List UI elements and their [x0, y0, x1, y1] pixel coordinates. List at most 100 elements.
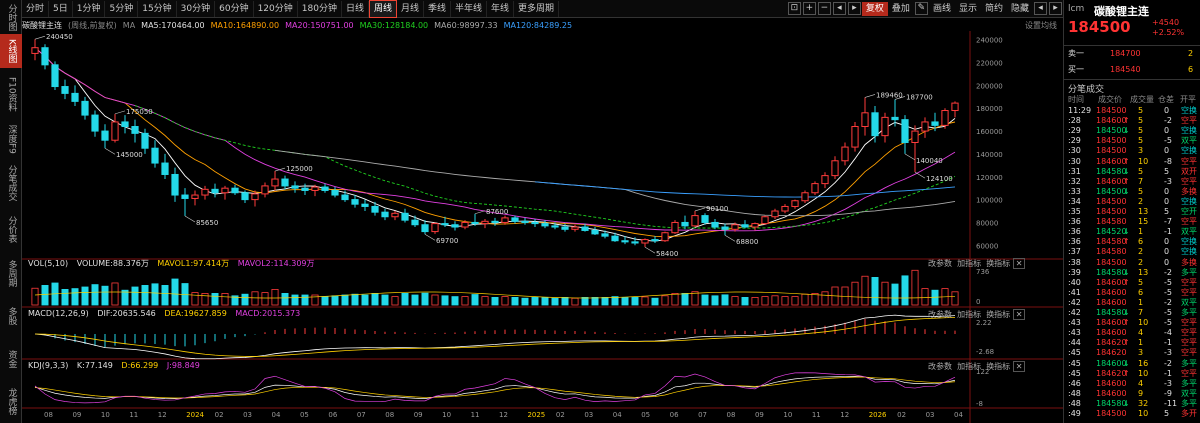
change-params-button[interactable]: 改参数: [928, 259, 952, 268]
candle-body: [521, 220, 529, 223]
switch-indicator-button[interactable]: 换指标: [986, 362, 1010, 371]
period-button-5[interactable]: 30分钟: [177, 0, 216, 17]
zoom-out-icon[interactable]: −: [817, 2, 831, 15]
trade-cell-t: :29: [1068, 126, 1081, 136]
left-tab-3[interactable]: 深度F9: [0, 120, 22, 158]
x-tick-label: 04: [954, 411, 963, 419]
close-icon[interactable]: ✕: [1012, 309, 1026, 320]
period-button-0[interactable]: 分时: [22, 0, 50, 17]
screenshot-icon[interactable]: ⊡: [787, 2, 801, 15]
left-tab-strip: 分时图 K线图 F10资料 深度F9 分笔成交 分价表 多周期 多股 资金 龙虎榜: [0, 0, 22, 423]
fuquan-button[interactable]: 复权: [861, 1, 888, 16]
candle-body: [421, 224, 429, 233]
close-icon[interactable]: ✕: [1012, 361, 1026, 372]
period-button-7[interactable]: 120分钟: [254, 0, 298, 17]
overlay-button[interactable]: 叠加: [888, 2, 914, 16]
candle-body: [901, 119, 909, 144]
trade-row: :43 184600 ↑ 10 -5 空平: [1064, 318, 1200, 328]
candle-body: [821, 175, 829, 185]
volume-bar: [661, 295, 669, 306]
volume-bar: [331, 295, 339, 306]
trade-row: :32 184600 ↑ 7 -3 空平: [1064, 177, 1200, 187]
trade-cell-d: -2: [1164, 267, 1172, 277]
volume-bar: [621, 296, 629, 306]
period-button-4[interactable]: 15分钟: [138, 0, 177, 17]
add-indicator-button[interactable]: 加指标: [957, 259, 981, 268]
trade-cell-t: :29: [1068, 136, 1081, 146]
change-params-button[interactable]: 改参数: [928, 310, 952, 319]
period-button-12[interactable]: 季线: [424, 0, 452, 17]
drawing-icon[interactable]: ✎: [914, 2, 928, 15]
volume-bar: [561, 296, 569, 306]
display-button[interactable]: 显示: [955, 2, 981, 16]
ma60-value: MA60:98997.33: [434, 20, 498, 30]
left-tab-1[interactable]: K线图: [0, 34, 22, 68]
volume-bar: [461, 296, 469, 306]
simple-button[interactable]: 简约: [981, 2, 1007, 16]
trade-cell-d: -5: [1164, 308, 1172, 317]
period-button-3[interactable]: 5分钟: [105, 0, 139, 17]
hide-button[interactable]: 隐藏: [1007, 2, 1033, 16]
period-button-8[interactable]: 180分钟: [298, 0, 342, 17]
left-tab-0[interactable]: 分时图: [0, 0, 22, 34]
period-button-15[interactable]: 更多周期: [514, 0, 560, 17]
close-icon[interactable]: ✕: [1012, 258, 1026, 269]
y-tick-label: 140000: [976, 151, 1003, 159]
switch-indicator-button[interactable]: 换指标: [986, 310, 1010, 319]
trade-row: :34 184500 2 0 空换: [1064, 197, 1200, 207]
period-button-11[interactable]: 月线: [397, 0, 424, 17]
contract-code: lcm: [1068, 4, 1085, 14]
trade-cell-t: :30: [1068, 146, 1081, 156]
price-annotation: 68800: [736, 238, 758, 246]
trade-cell-v: 5: [1138, 166, 1144, 176]
period-button-1[interactable]: 5日: [49, 0, 73, 17]
prev-window-icon[interactable]: ◂: [1034, 2, 1047, 15]
draw-line-button[interactable]: 画线: [929, 2, 955, 16]
left-tab-2[interactable]: F10资料: [0, 70, 22, 118]
trade-cell-v: 16: [1138, 358, 1149, 368]
next-window-icon[interactable]: ▸: [1049, 2, 1062, 15]
candle-body: [321, 186, 329, 191]
left-tab-8[interactable]: 资金: [0, 338, 22, 380]
period-button-9[interactable]: 日线: [342, 0, 369, 17]
change-params-button[interactable]: 改参数: [928, 362, 952, 371]
left-tab-7[interactable]: 多股: [0, 295, 22, 337]
candle-body: [221, 187, 229, 194]
ma-settings-link[interactable]: 设置均线: [1025, 20, 1057, 31]
left-tab-4[interactable]: 分笔成交: [0, 160, 22, 206]
trade-row: :48 184600 9 -9 双平: [1064, 389, 1200, 399]
macd-header: MACD(12,26,9) DIF:20635.546 DEA:19627.85…: [28, 309, 301, 318]
trade-cell-p: 184600: [1096, 287, 1127, 297]
scroll-right-icon[interactable]: ▸: [847, 2, 861, 15]
x-tick-label: 08: [44, 411, 53, 419]
period-button-6[interactable]: 60分钟: [215, 0, 254, 17]
period-button-2[interactable]: 1分钟: [73, 0, 106, 17]
add-indicator-button[interactable]: 加指标: [957, 310, 981, 319]
volume-bar: [471, 294, 479, 306]
price-annotation: 140040: [916, 157, 943, 165]
trade-row: :42 184600 1 -2 双平: [1064, 298, 1200, 308]
quote-panel: lcm 碳酸锂主连 184500 +4540 +2.52% 卖一 184700 …: [1063, 0, 1200, 423]
trade-cell-v: 10: [1138, 368, 1149, 378]
left-tab-9[interactable]: 龙虎榜: [0, 380, 22, 422]
annotation-leader: [644, 246, 656, 254]
period-button-13[interactable]: 半年线: [451, 0, 488, 17]
left-tab-5[interactable]: 分价表: [0, 208, 22, 250]
trade-cell-k: 空换: [1181, 196, 1197, 206]
period-button-14[interactable]: 年线: [487, 0, 515, 17]
add-indicator-button[interactable]: 加指标: [957, 362, 981, 371]
volume-bar: [481, 296, 489, 306]
period-button-10[interactable]: 周线: [368, 0, 397, 18]
vol-header: VOL(5,10) VOLUME:88.376万 MAVOL1:97.414万 …: [28, 259, 315, 268]
x-tick-label: 10: [783, 411, 792, 419]
trade-cell-k: 多开: [1181, 409, 1197, 418]
trade-cell-k: 空平: [1181, 368, 1197, 378]
zoom-in-icon[interactable]: +: [802, 2, 816, 15]
scroll-left-icon[interactable]: ◂: [832, 2, 846, 15]
left-tab-6[interactable]: 多周期: [0, 252, 22, 294]
d-line: [34, 376, 956, 399]
trade-cell-t: :45: [1068, 368, 1081, 378]
trade-cell-v: 15: [1138, 217, 1149, 227]
trade-row: :46 184600 4 -3 多平: [1064, 379, 1200, 389]
switch-indicator-button[interactable]: 换指标: [986, 259, 1010, 268]
